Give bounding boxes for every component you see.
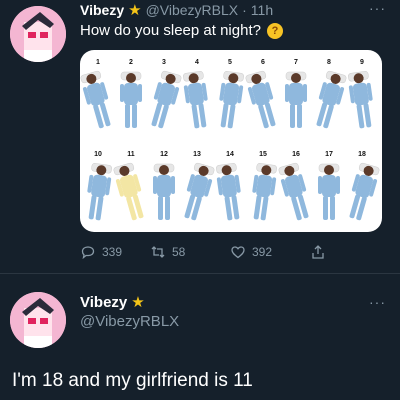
position-number: 15 bbox=[259, 151, 267, 158]
more-options-icon[interactable]: ··· bbox=[369, 294, 386, 310]
avatar[interactable] bbox=[10, 6, 66, 62]
sleep-positions-illustration: 1 2 3 4 5 6 7 8 910 11 12 13 14 15 16 17 18 bbox=[80, 59, 380, 221]
sleep-position: 9 bbox=[348, 59, 373, 129]
sleep-position: 17 bbox=[318, 151, 340, 220]
reply-text: I'm 18 and my girlfriend is 11 bbox=[12, 370, 253, 391]
retweet-icon bbox=[151, 246, 165, 258]
position-number: 7 bbox=[294, 59, 298, 66]
reply-button[interactable]: 339 bbox=[80, 244, 150, 260]
roblox-avatar-icon bbox=[10, 292, 66, 348]
sleep-position: 4 bbox=[183, 59, 208, 129]
reply-tweet[interactable]: Vibezy ★ @VibezyRBLX ··· I'm 18 and my g… bbox=[0, 274, 400, 400]
share-icon bbox=[312, 245, 324, 259]
sleep-position: 3 bbox=[151, 59, 182, 129]
tweet-text-content: How do you sleep at night? bbox=[80, 22, 261, 39]
handle[interactable]: @VibezyRBLX bbox=[146, 2, 239, 18]
sleep-position: 11 bbox=[113, 151, 144, 221]
verified-star-icon: ★ bbox=[128, 1, 142, 19]
sleep-position: 12 bbox=[153, 151, 175, 220]
handle[interactable]: @VibezyRBLX bbox=[80, 313, 179, 330]
sleep-position: 1 bbox=[80, 59, 111, 129]
position-number: 14 bbox=[226, 151, 234, 158]
tweet-image[interactable]: 1 2 3 4 5 6 7 8 9 10 11 12 13 14 15 16 17 18 bbox=[80, 50, 382, 232]
sleep-position: 2 bbox=[120, 59, 142, 128]
sleep-position: 14 bbox=[216, 151, 241, 221]
position-number: 1 bbox=[96, 59, 100, 66]
sleep-position: 10 bbox=[87, 151, 112, 221]
retweet-count: 58 bbox=[172, 245, 186, 259]
verified-star-icon: ★ bbox=[131, 294, 145, 311]
reply-header: Vibezy ★ @VibezyRBLX bbox=[80, 294, 179, 330]
reply-count: 339 bbox=[102, 245, 123, 259]
sleep-position: 7 bbox=[285, 59, 307, 128]
sleep-position: 15 bbox=[252, 151, 277, 221]
sleep-position: 5 bbox=[219, 59, 244, 129]
position-number: 6 bbox=[261, 59, 265, 66]
like-count: 392 bbox=[252, 245, 273, 259]
position-number: 4 bbox=[195, 59, 199, 66]
position-number: 18 bbox=[358, 151, 366, 158]
position-number: 12 bbox=[160, 151, 168, 158]
position-number: 11 bbox=[127, 151, 135, 158]
position-number: 5 bbox=[228, 59, 232, 66]
position-number: 3 bbox=[162, 59, 166, 66]
thinking-face-icon: ? bbox=[266, 22, 283, 39]
roblox-avatar-icon bbox=[10, 6, 66, 62]
display-name[interactable]: Vibezy bbox=[80, 294, 127, 311]
position-number: 8 bbox=[327, 59, 331, 66]
timestamp[interactable]: 11h bbox=[251, 2, 273, 18]
tweet-header: Vibezy ★ @VibezyRBLX · 11h bbox=[80, 2, 273, 18]
sleep-position: 16 bbox=[278, 151, 309, 221]
reply-icon bbox=[81, 246, 95, 260]
like-button[interactable]: 392 bbox=[230, 244, 310, 260]
position-number: 2 bbox=[129, 59, 133, 66]
position-number: 16 bbox=[292, 151, 300, 158]
display-name[interactable]: Vibezy bbox=[80, 2, 124, 18]
sleep-position: 8 bbox=[316, 59, 347, 129]
retweet-button[interactable]: 58 bbox=[150, 244, 230, 260]
position-number: 13 bbox=[193, 151, 201, 158]
sleep-position: 13 bbox=[184, 151, 215, 221]
position-number: 9 bbox=[360, 59, 364, 66]
tweet-actions: 339 58 392 bbox=[80, 244, 360, 260]
tweet[interactable]: Vibezy ★ @VibezyRBLX · 11h ··· How do yo… bbox=[0, 0, 400, 272]
position-number: 10 bbox=[94, 151, 102, 158]
sleep-position: 18 bbox=[349, 151, 380, 221]
more-options-icon[interactable]: ··· bbox=[369, 0, 386, 16]
share-button[interactable] bbox=[310, 244, 326, 260]
heart-icon bbox=[231, 246, 245, 259]
avatar[interactable] bbox=[10, 292, 66, 348]
separator: · bbox=[242, 2, 247, 18]
position-number: 17 bbox=[325, 151, 333, 158]
sleep-position: 6 bbox=[245, 59, 276, 129]
tweet-text: How do you sleep at night? ? bbox=[80, 22, 283, 39]
